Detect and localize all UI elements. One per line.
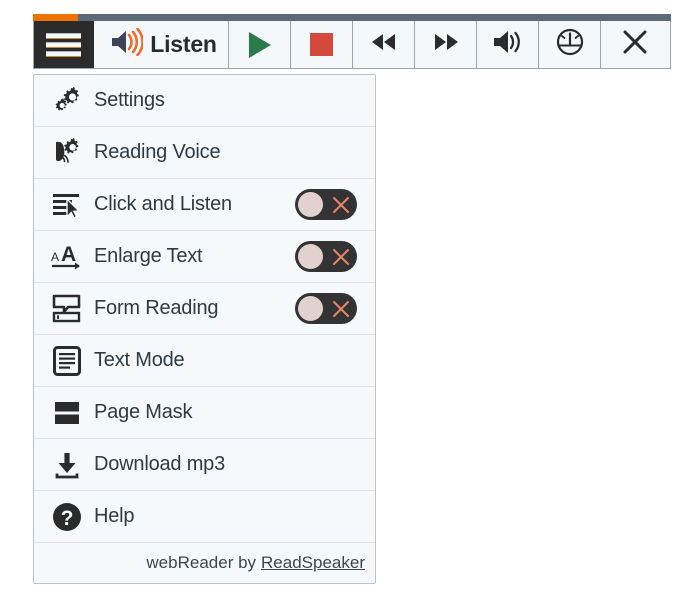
footer-text: webReader by: [146, 553, 257, 572]
settings-menu-panel: Settings Reading Voice Click and Listen …: [33, 74, 376, 584]
speed-button[interactable]: [539, 21, 601, 68]
stop-icon: [310, 33, 333, 56]
click-and-listen-toggle[interactable]: [295, 189, 357, 220]
menu-item-label: Settings: [94, 89, 165, 111]
menu-item-form-reading[interactable]: Form Reading: [34, 283, 375, 335]
hamburger-icon-line-2: [46, 41, 81, 48]
menu-item-settings[interactable]: Settings: [34, 75, 375, 127]
progress-bar-fill: [33, 14, 78, 21]
hamburger-icon-line-3: [46, 50, 81, 57]
download-icon: [46, 450, 88, 480]
player-toolbar: Listen: [33, 21, 671, 69]
close-button[interactable]: [601, 21, 669, 68]
menu-item-label: Download mp3: [94, 453, 226, 475]
speaker-icon: [109, 27, 145, 61]
form-reading-toggle[interactable]: [295, 293, 357, 324]
menu-item-text-mode[interactable]: Text Mode: [34, 335, 375, 387]
volume-button[interactable]: [477, 21, 539, 68]
menu-item-help[interactable]: ? Help: [34, 491, 375, 543]
voice-gear-icon: [46, 137, 88, 169]
progress-bar[interactable]: [33, 14, 671, 21]
menu-button[interactable]: [34, 21, 94, 68]
speed-gauge-icon: [555, 27, 585, 62]
forward-button[interactable]: [415, 21, 477, 68]
menu-item-enlarge-text[interactable]: A A Enlarge Text: [34, 231, 375, 283]
gears-icon: [46, 86, 88, 116]
enlarge-text-toggle[interactable]: [295, 241, 357, 272]
forward-icon: [431, 31, 461, 58]
toggle-knob: [298, 192, 323, 217]
volume-icon: [492, 29, 524, 60]
toggle-off-x-icon: [332, 248, 350, 266]
svg-text:A: A: [51, 250, 59, 264]
close-icon: [621, 28, 649, 61]
svg-text:A: A: [61, 243, 76, 266]
listen-button[interactable]: Listen: [94, 21, 229, 68]
text-cursor-icon: [46, 190, 88, 220]
toggle-off-x-icon: [332, 300, 350, 318]
toolbar-container: Listen: [33, 14, 671, 69]
menu-item-label: Form Reading: [94, 297, 219, 319]
stop-button[interactable]: [291, 21, 353, 68]
form-reading-icon: [46, 294, 88, 324]
menu-footer: webReader by ReadSpeaker: [34, 543, 375, 583]
toggle-knob: [298, 296, 323, 321]
menu-item-click-and-listen[interactable]: Click and Listen: [34, 179, 375, 231]
question-mark-icon: ?: [46, 501, 88, 533]
menu-item-reading-voice[interactable]: Reading Voice: [34, 127, 375, 179]
menu-item-label: Help: [94, 505, 135, 527]
listen-button-label: Listen: [150, 31, 217, 57]
hamburger-icon: [46, 32, 81, 39]
play-icon: [248, 31, 271, 58]
enlarge-text-icon: A A: [46, 242, 88, 272]
readspeaker-link[interactable]: ReadSpeaker: [261, 553, 365, 573]
menu-item-label: Text Mode: [94, 349, 185, 371]
menu-item-download-mp3[interactable]: Download mp3: [34, 439, 375, 491]
document-icon: [46, 345, 88, 377]
rewind-icon: [369, 31, 399, 58]
menu-item-label: Page Mask: [94, 401, 193, 423]
toggle-off-x-icon: [332, 196, 350, 214]
rewind-button[interactable]: [353, 21, 415, 68]
svg-text:?: ?: [61, 507, 74, 530]
menu-item-page-mask[interactable]: Page Mask: [34, 387, 375, 439]
menu-item-label: Reading Voice: [94, 141, 221, 163]
toggle-knob: [298, 244, 323, 269]
menu-item-label: Enlarge Text: [94, 245, 203, 267]
readspeaker-webreader: Listen Settings Reading Voice Click and …: [0, 0, 700, 600]
menu-item-label: Click and Listen: [94, 193, 232, 215]
play-button[interactable]: [229, 21, 291, 68]
page-mask-icon: [46, 398, 88, 428]
